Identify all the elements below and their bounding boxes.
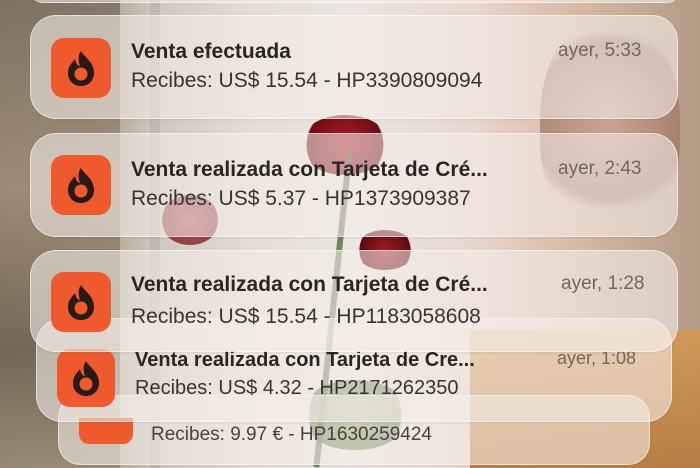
notification-body: Recibes: US$ 15.54 - HP3390809094 xyxy=(131,69,483,92)
notification-time: ayer, 1:28 xyxy=(561,273,645,294)
hotmart-flame-icon xyxy=(51,38,111,98)
notification-body: Recibes: US$ 15.54 - HP1183058608 xyxy=(131,305,481,328)
notification-title: Venta realizada con Tarjeta de Cré... xyxy=(131,273,488,296)
notification-body: Recibes: 9.97 € - HP1630259424 xyxy=(151,424,432,445)
notification-title: Venta realizada con Tarjeta de Cré... xyxy=(131,158,488,181)
notification-body: Recibes: US$ 5.37 - HP1373909387 xyxy=(131,187,471,210)
notification-card[interactable]: Venta efectuada Recibes: US$ 15.54 - HP3… xyxy=(30,15,678,119)
notification-title: Venta realizada con Tarjeta de Cre... xyxy=(135,349,475,371)
hotmart-flame-icon xyxy=(51,155,111,215)
notification-card[interactable]: Venta realizada con Tarjeta de Cré... Re… xyxy=(30,133,678,237)
notification-time: ayer, 5:33 xyxy=(558,40,642,61)
notification-body: Recibes: US$ 4.32 - HP2171262350 xyxy=(135,377,459,399)
notification-edge-previous xyxy=(30,0,680,3)
hotmart-flame-icon xyxy=(57,349,115,407)
notification-time: ayer, 2:43 xyxy=(558,158,642,179)
hotmart-flame-icon xyxy=(51,272,111,332)
notification-card[interactable]: Venta realizada con Tarjeta de Cré... Re… xyxy=(30,250,678,352)
notification-title: Venta efectuada xyxy=(131,40,291,63)
